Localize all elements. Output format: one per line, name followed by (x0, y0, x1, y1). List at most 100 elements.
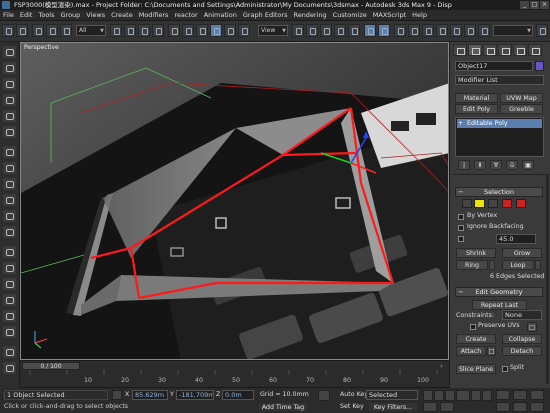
tab-utilities-icon[interactable] (528, 44, 542, 56)
preserve-uvs-checkbox[interactable] (470, 324, 476, 330)
render-type-dropdown[interactable] (493, 25, 533, 36)
panel-scrollbar[interactable] (546, 174, 549, 384)
tool-box-icon[interactable] (3, 146, 16, 158)
menu-views[interactable]: Views (83, 10, 108, 21)
tab-modify-icon[interactable] (468, 44, 482, 56)
tab-display-icon[interactable] (513, 44, 527, 56)
time-slider[interactable]: 0 / 100 › (20, 360, 449, 370)
collapse-button[interactable]: Collapse (502, 334, 542, 344)
tool-plane-icon[interactable] (3, 194, 16, 206)
select-manipulate-icon[interactable] (306, 24, 318, 37)
track-bar[interactable]: 10 20 30 40 50 60 70 80 90 100 (20, 370, 449, 388)
object-name-field[interactable]: Object17 (455, 61, 533, 71)
stack-expand-icon[interactable]: + (458, 120, 463, 127)
menu-animation[interactable]: Animation (201, 10, 240, 21)
key-mode-dropdown[interactable]: Selected (366, 390, 418, 400)
set-key-mode-icon[interactable] (318, 390, 330, 401)
tool-motion-icon[interactable] (3, 94, 16, 106)
go-to-start-icon[interactable] (423, 390, 433, 401)
selection-filter-dropdown[interactable]: All (76, 25, 106, 36)
rectangular-selection-icon[interactable] (138, 24, 150, 37)
uvw-map-button[interactable]: UVW Map (500, 93, 543, 103)
minimize-button[interactable]: _ (520, 1, 529, 9)
scale-icon[interactable] (238, 24, 250, 37)
tool-line-icon[interactable] (3, 210, 16, 222)
rotate-icon[interactable] (224, 24, 236, 37)
material-editor-icon[interactable] (464, 24, 476, 37)
split-checkbox[interactable] (502, 366, 508, 372)
window-crossing-icon[interactable] (152, 24, 164, 37)
z-coordinate-field[interactable]: 0.0m (222, 390, 254, 400)
angle-threshold-spinner[interactable]: 45.0 (496, 234, 536, 244)
menu-file[interactable]: File (0, 10, 17, 21)
percent-snap-icon[interactable] (348, 24, 360, 37)
zoom-all-icon[interactable] (440, 402, 454, 412)
quick-render-icon[interactable] (536, 24, 548, 37)
time-slider-thumb[interactable]: 0 / 100 (22, 362, 80, 370)
edit-geometry-rollout-header[interactable]: − Edit Geometry (455, 287, 543, 297)
viewport-label[interactable]: Perspective (24, 44, 59, 51)
border-mode-icon[interactable] (488, 199, 498, 208)
zoom-extents-icon[interactable] (496, 402, 510, 412)
set-key-button[interactable]: Set Key (340, 403, 364, 410)
pivot-center-icon[interactable] (292, 24, 304, 37)
spinner-snap-icon[interactable] (364, 24, 376, 37)
grow-button[interactable]: Grow (502, 248, 542, 258)
tool-display-icon[interactable] (3, 110, 16, 122)
add-time-tag-button[interactable]: Add Time Tag (258, 402, 308, 412)
select-rotate-icon[interactable] (182, 24, 194, 37)
menu-modifiers[interactable]: Modifiers (136, 10, 172, 21)
play-icon[interactable] (434, 390, 444, 401)
previous-frame-icon[interactable] (445, 390, 455, 401)
align-icon[interactable] (408, 24, 420, 37)
bind-space-warp-icon[interactable] (60, 24, 72, 37)
select-object-icon[interactable] (110, 24, 122, 37)
next-frame-icon[interactable] (471, 390, 481, 401)
select-move-icon[interactable] (168, 24, 180, 37)
tool-helper-icon[interactable] (3, 278, 16, 290)
zoom-icon[interactable] (423, 402, 437, 412)
menu-edit[interactable]: Edit (17, 10, 36, 21)
menu-graph-editors[interactable]: Graph Editors (240, 10, 291, 21)
tool-extrude-icon[interactable] (3, 310, 16, 322)
attach-button[interactable]: Attach (456, 346, 486, 356)
render-scene-icon[interactable] (478, 24, 490, 37)
curve-editor-icon[interactable] (436, 24, 448, 37)
y-coordinate-field[interactable]: -181.709m (176, 390, 214, 400)
remove-modifier-icon[interactable]: ū (506, 160, 518, 170)
edit-poly-button[interactable]: Edit Poly (455, 104, 498, 114)
tool-boolean-icon[interactable] (3, 346, 16, 358)
edit-named-selection-icon[interactable] (378, 24, 390, 37)
by-vertex-checkbox[interactable] (458, 214, 464, 220)
reference-coordinate-dropdown[interactable]: View (258, 25, 288, 36)
tool-bend-icon[interactable] (3, 294, 16, 306)
stack-item-editable-poly[interactable]: Editable Poly (457, 119, 542, 128)
ring-spinner[interactable] (489, 260, 495, 270)
tool-text-icon[interactable] (3, 226, 16, 238)
maximize-viewport-icon[interactable] (530, 402, 544, 412)
tool-create-icon[interactable] (3, 46, 16, 58)
tool-camera-icon[interactable] (3, 262, 16, 274)
play-animation-icon[interactable] (456, 390, 470, 401)
tool-hierarchy-icon[interactable] (3, 78, 16, 90)
greeble-button[interactable]: Greeble (500, 104, 543, 114)
perspective-viewport[interactable]: Perspective (20, 42, 449, 360)
edge-mode-icon[interactable] (474, 199, 485, 208)
menu-rendering[interactable]: Rendering (290, 10, 329, 21)
key-filters-button[interactable]: Key Filters... (368, 402, 418, 412)
mirror-icon[interactable] (394, 24, 406, 37)
lock-selection-icon[interactable] (112, 390, 122, 400)
arc-rotate-icon[interactable] (513, 402, 527, 412)
make-unique-icon[interactable]: ∀ (490, 160, 502, 170)
menu-reactor[interactable]: reactor (171, 10, 200, 21)
auto-key-button[interactable]: Auto Key (340, 391, 368, 398)
go-to-end-icon[interactable] (482, 390, 492, 401)
show-end-result-icon[interactable]: Ⅱ (474, 160, 486, 170)
schematic-view-icon[interactable] (450, 24, 462, 37)
select-scale-icon[interactable] (196, 24, 208, 37)
menu-help[interactable]: Help (409, 10, 430, 21)
configure-sets-icon[interactable]: ▣ (522, 160, 534, 170)
angle-snap-icon[interactable] (334, 24, 346, 37)
tab-create-icon[interactable] (453, 44, 467, 56)
menu-group[interactable]: Group (58, 10, 84, 21)
